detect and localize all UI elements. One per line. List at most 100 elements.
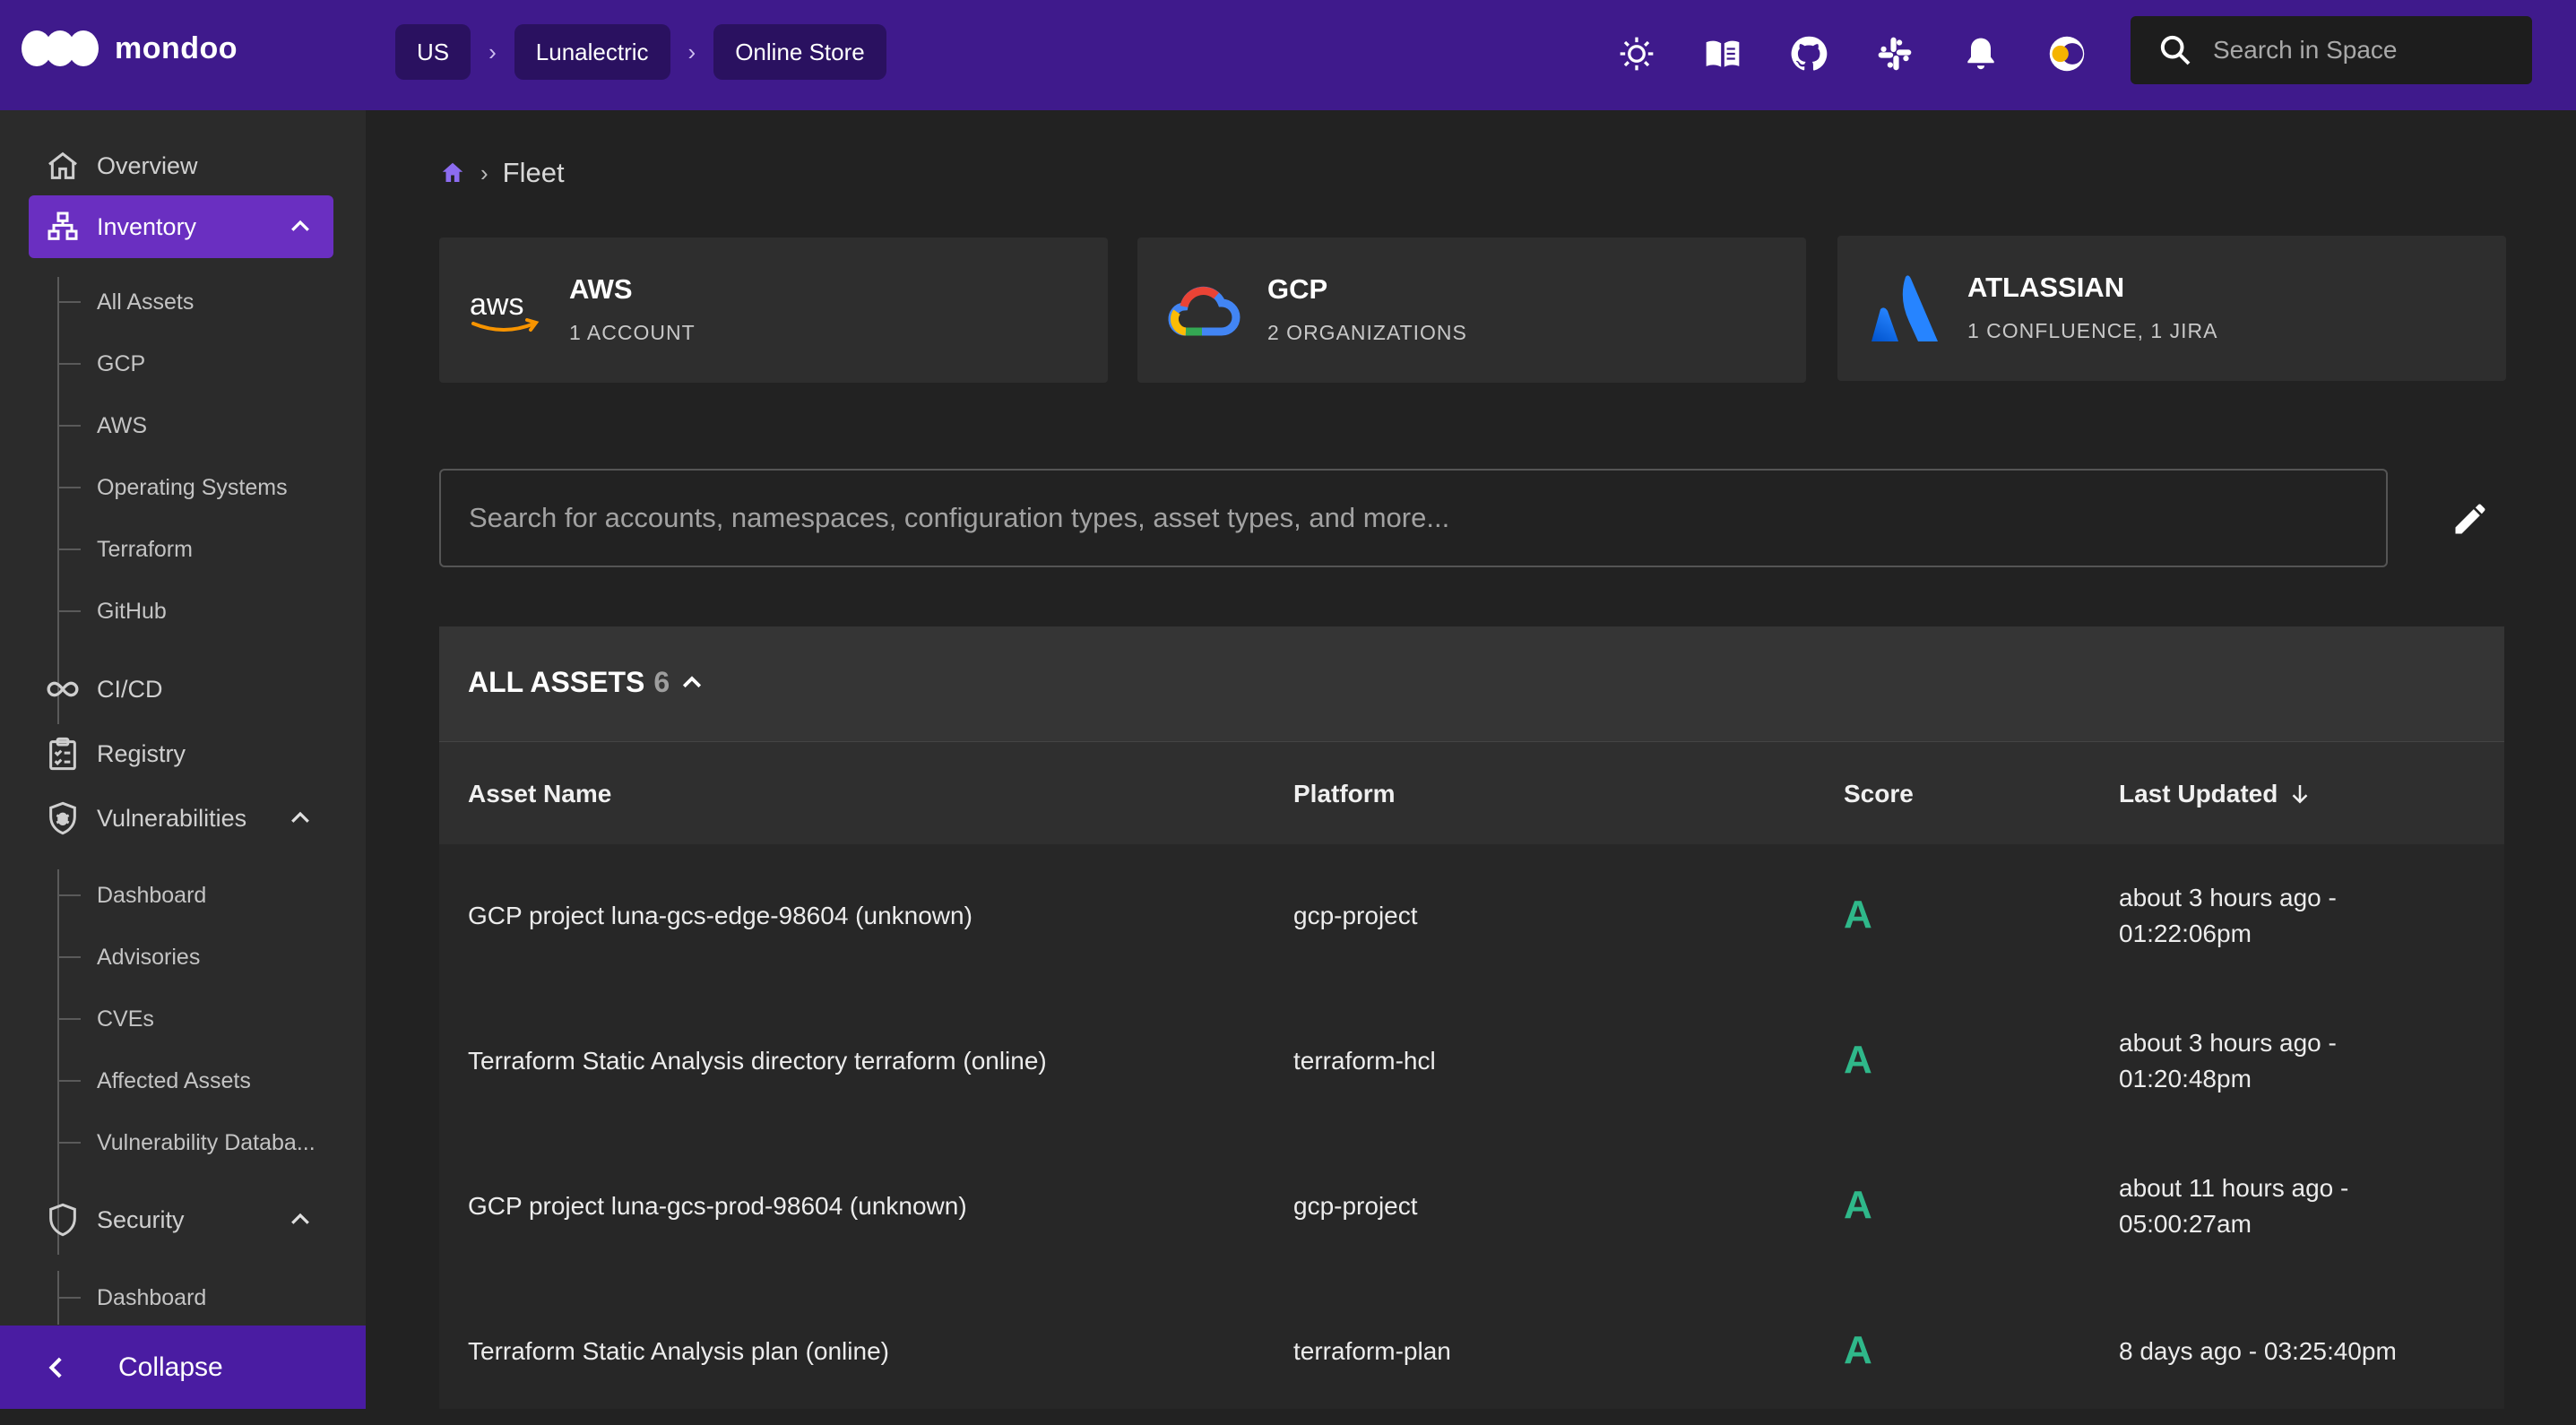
- chevron-up-icon[interactable]: [287, 1206, 314, 1233]
- tree-tick: [57, 363, 81, 365]
- sidebar-subitem-vuln-dashboard[interactable]: Dashboard: [97, 883, 206, 909]
- table-row[interactable]: GCP project luna-gcs-prod-98604 (unknown…: [439, 1135, 2504, 1280]
- chevron-up-icon[interactable]: [287, 213, 314, 240]
- card-subtitle: 2 ORGANIZATIONS: [1267, 321, 1467, 344]
- sidebar-subitem-security-dashboard[interactable]: Dashboard: [97, 1285, 206, 1311]
- sun-icon[interactable]: [1613, 30, 1660, 77]
- chevron-up-icon[interactable]: [679, 669, 705, 696]
- asset-filter-search[interactable]: [439, 469, 2388, 567]
- sidebar-item-vulnerabilities[interactable]: Vulnerabilities: [29, 787, 333, 850]
- sidebar-subitem-all-assets[interactable]: All Assets: [97, 289, 194, 315]
- aws-logo-icon: aws: [468, 275, 543, 347]
- column-label: Platform: [1293, 780, 1396, 808]
- tree-tick: [57, 956, 81, 958]
- card-subtitle: 1 CONFLUENCE, 1 JIRA: [1967, 319, 2218, 342]
- chevron-right-icon: ›: [488, 38, 497, 65]
- chevron-right-icon: ›: [687, 38, 696, 65]
- home-outline-icon: [43, 146, 82, 186]
- inventory-icon: [43, 207, 82, 246]
- integration-card-atlassian[interactable]: ATLASSIAN 1 CONFLUENCE, 1 JIRA: [1837, 236, 2506, 381]
- tree-tick: [57, 301, 81, 303]
- theme-toggle-icon[interactable]: [2044, 30, 2090, 77]
- edit-button[interactable]: [2447, 496, 2494, 542]
- integration-card-gcp[interactable]: GCP 2 ORGANIZATIONS: [1137, 238, 1806, 383]
- sidebar-subitem-terraform[interactable]: Terraform: [97, 537, 193, 563]
- column-asset-name[interactable]: Asset Name: [468, 780, 611, 808]
- sidebar-subitem-operating-systems[interactable]: Operating Systems: [97, 475, 288, 501]
- arrow-down-icon[interactable]: [2286, 781, 2313, 808]
- sidebar-item-inventory[interactable]: Inventory: [29, 195, 333, 258]
- space-search-input[interactable]: [2211, 35, 2520, 65]
- sidebar-subitem-aws[interactable]: AWS: [97, 413, 147, 439]
- asset-name[interactable]: Terraform Static Analysis plan (online): [468, 1334, 889, 1369]
- tree-tick: [57, 1018, 81, 1020]
- asset-updated: about 3 hours ago - 01:22:06pm: [2119, 880, 2337, 952]
- sidebar-subitem-vulnerability-database[interactable]: Vulnerability Databa...: [97, 1130, 316, 1156]
- card-subtitle: 1 ACCOUNT: [569, 321, 696, 344]
- bell-icon[interactable]: [1958, 30, 2004, 77]
- sidebar-subitem-cves[interactable]: CVEs: [97, 1006, 154, 1032]
- breadcrumb-org[interactable]: Lunalectric: [514, 24, 670, 80]
- sidebar-item-label: CI/CD: [97, 675, 163, 703]
- column-label: Last Updated: [2119, 780, 2278, 808]
- sidebar-subitem-affected-assets[interactable]: Affected Assets: [97, 1068, 251, 1094]
- sidebar-subitem-advisories[interactable]: Advisories: [97, 945, 200, 971]
- clipboard-icon: [43, 734, 82, 773]
- assets-panel-header[interactable]: ALL ASSETS 6: [439, 626, 2504, 743]
- space-search[interactable]: [2131, 16, 2532, 84]
- integration-card-aws[interactable]: aws AWS 1 ACCOUNT: [439, 238, 1108, 383]
- sidebar-item-overview[interactable]: Overview: [29, 134, 333, 197]
- asset-updated: about 11 hours ago - 05:00:27am: [2119, 1170, 2348, 1242]
- top-icon-bar: [1613, 30, 2130, 77]
- sidebar-item-label: Overview: [97, 151, 198, 179]
- breadcrumb-space[interactable]: Online Store: [713, 24, 886, 80]
- card-title: ATLASSIAN: [1967, 272, 2125, 303]
- sidebar-subitem-github[interactable]: GitHub: [97, 599, 167, 625]
- google-cloud-logo-icon: [1166, 275, 1241, 347]
- shield-bug-icon: [43, 799, 82, 838]
- mondoo-logo-icon: [22, 30, 99, 66]
- sidebar-item-cicd[interactable]: CI/CD: [29, 658, 333, 721]
- home-icon[interactable]: [439, 160, 466, 186]
- breadcrumb-region[interactable]: US: [395, 24, 471, 80]
- tree-tick: [57, 1080, 81, 1082]
- tree-tick: [57, 425, 81, 427]
- table-row[interactable]: Terraform Static Analysis plan (online) …: [439, 1280, 2504, 1425]
- tree-tick: [57, 1142, 81, 1144]
- column-label: Score: [1844, 780, 1914, 808]
- chevron-up-icon[interactable]: [287, 805, 314, 832]
- assets-title[interactable]: ALL ASSETS 6: [468, 666, 705, 699]
- sidebar-item-security[interactable]: Security: [29, 1188, 333, 1251]
- sidebar-item-registry[interactable]: Registry: [29, 722, 333, 785]
- brand-name: mondoo: [115, 30, 238, 65]
- search-icon: [2160, 35, 2191, 65]
- asset-name[interactable]: GCP project luna-gcs-prod-98604 (unknown…: [468, 1188, 967, 1224]
- book-icon[interactable]: [1699, 30, 1746, 77]
- table-row[interactable]: Terraform Static Analysis directory terr…: [439, 989, 2504, 1135]
- svg-text:aws: aws: [470, 288, 523, 322]
- mondoo-logo[interactable]: mondoo: [22, 30, 238, 66]
- card-title: GCP: [1267, 273, 1328, 305]
- all-assets-panel: ALL ASSETS 6 Asset Name Platform Score L…: [439, 626, 2504, 1409]
- asset-filter-input[interactable]: [467, 501, 2353, 535]
- sidebar-subitem-gcp[interactable]: GCP: [97, 351, 145, 377]
- pencil-icon: [2455, 504, 2485, 534]
- collapse-sidebar-button[interactable]: Collapse: [0, 1326, 366, 1409]
- column-platform[interactable]: Platform: [1293, 780, 1396, 808]
- slack-icon[interactable]: [1871, 30, 1918, 77]
- shield-icon: [43, 1200, 82, 1239]
- asset-name[interactable]: Terraform Static Analysis directory terr…: [468, 1043, 1047, 1079]
- page-breadcrumb: › Fleet: [439, 157, 565, 189]
- github-icon[interactable]: [1785, 30, 1832, 77]
- chevron-right-icon: ›: [480, 159, 488, 186]
- column-last-updated[interactable]: Last Updated: [2119, 780, 2313, 808]
- table-row[interactable]: GCP project luna-gcs-edge-98604 (unknown…: [439, 844, 2504, 989]
- sidebar-item-label: Security: [97, 1205, 185, 1233]
- space-breadcrumb: US › Lunalectric › Online Store: [395, 24, 886, 80]
- asset-updated-line: about 11 hours ago -: [2119, 1174, 2349, 1202]
- tree-tick: [57, 487, 81, 488]
- asset-name[interactable]: GCP project luna-gcs-edge-98604 (unknown…: [468, 898, 972, 934]
- sidebar-item-label: Registry: [97, 739, 186, 767]
- assets-count: 6: [653, 666, 670, 698]
- column-score[interactable]: Score: [1844, 780, 1914, 808]
